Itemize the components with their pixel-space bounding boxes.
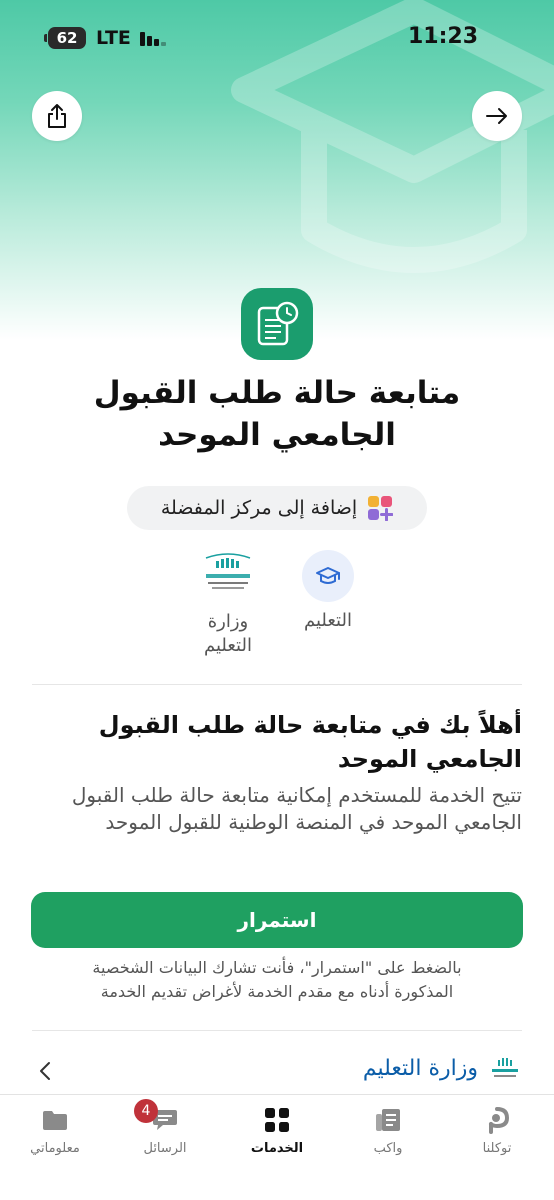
add-to-favorites-label: إضافة إلى مركز المفضلة: [160, 497, 358, 519]
tab-label: واكب: [373, 1141, 403, 1156]
graduation-cap-icon: [316, 567, 340, 584]
welcome-heading-line2: الجامعي الموحد: [337, 745, 522, 773]
document-clock-icon: [257, 301, 299, 346]
consent-note: بالضغط على "استمرار"، فأنت تشارك البيانا…: [32, 956, 522, 1004]
ministry-of-education-logo: [492, 1058, 518, 1077]
tab-label: الرسائل: [143, 1141, 187, 1156]
welcome-heading-line1: أهلاً بك في متابعة حالة طلب القبول: [98, 711, 522, 739]
tab-label: الخدمات: [250, 1141, 304, 1156]
battery-indicator: 62: [44, 27, 86, 49]
ministry-of-education-logo[interactable]: [200, 552, 256, 598]
ministry-label: وزارة التعليم: [192, 610, 264, 658]
category-education-button[interactable]: [302, 550, 354, 602]
share-button[interactable]: [32, 91, 82, 141]
service-description: تتيح الخدمة للمستخدم إمكانية متابعة حالة…: [71, 783, 522, 834]
folder-icon: [43, 1111, 67, 1130]
news-icon: [376, 1109, 400, 1131]
bottom-tab-bar: معلوماتي الرسائل 4 الخدمات واكب توكلنا: [0, 1094, 554, 1200]
arrow-right-icon: [486, 108, 507, 124]
chevron-left-icon: [40, 1062, 50, 1080]
tab-label: توكلنا: [482, 1141, 512, 1156]
divider: [32, 684, 522, 685]
status-time: 11:23: [407, 24, 478, 49]
back-button[interactable]: [472, 91, 522, 141]
favorites-center-icon: [368, 496, 394, 521]
service-provider-row[interactable]: وزارة التعليم: [32, 1048, 522, 1094]
tawakkalna-logo-icon: [489, 1107, 510, 1134]
share-icon: [48, 104, 66, 128]
tab-tawakkalna[interactable]: توكلنا: [452, 1105, 542, 1156]
continue-button[interactable]: استمرار: [31, 892, 523, 948]
welcome-heading: أهلاً بك في متابعة حالة طلب القبول الجام…: [32, 708, 522, 776]
service-app-icon: [241, 288, 313, 360]
tab-wakeb[interactable]: واكب: [343, 1105, 433, 1156]
network-type: LTE: [96, 27, 131, 49]
signal-icon: [140, 30, 166, 46]
tab-my-info[interactable]: معلوماتي: [10, 1105, 100, 1156]
grid-icon: [265, 1108, 289, 1132]
tab-services[interactable]: الخدمات: [232, 1105, 322, 1156]
consent-line2: المذكورة أدناه مع مقدم الخدمة لأغراض تقد…: [100, 982, 454, 1001]
service-title: متابعة حالة طلب القبول الجامعي الموحد: [40, 372, 514, 456]
tab-label: معلوماتي: [30, 1141, 80, 1156]
service-title-line2: الجامعي الموحد: [158, 417, 396, 453]
ministry-label-line1: وزارة: [207, 611, 249, 632]
provider-name: وزارة التعليم: [362, 1056, 478, 1081]
service-title-line1: متابعة حالة طلب القبول: [93, 375, 461, 411]
consent-line1: بالضغط على "استمرار"، فأنت تشارك البيانا…: [92, 958, 462, 977]
category-education-label: التعليم: [304, 610, 352, 631]
ministry-label-line2: التعليم: [204, 635, 252, 656]
add-to-favorites-button[interactable]: إضافة إلى مركز المفضلة: [127, 486, 427, 530]
divider: [32, 1030, 522, 1031]
messages-badge: 4: [134, 1099, 158, 1123]
status-bar: 62 LTE 11:23: [0, 0, 554, 76]
